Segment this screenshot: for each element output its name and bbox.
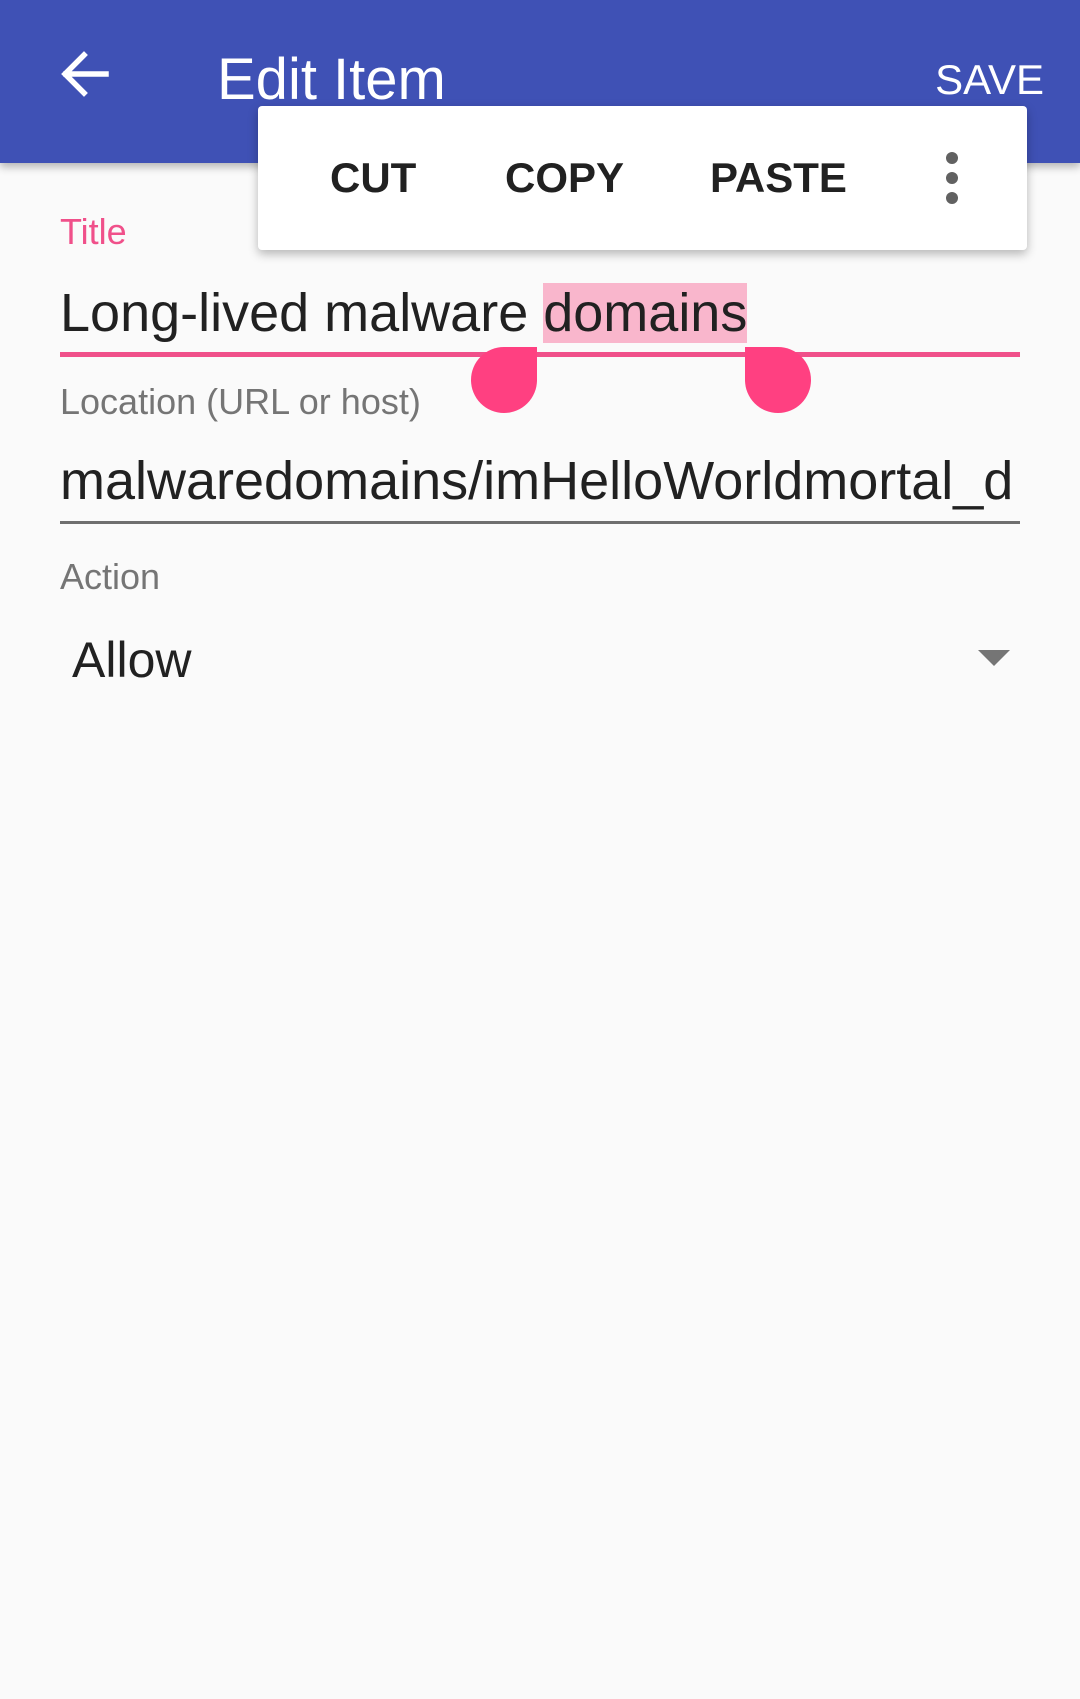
title-label: Title bbox=[60, 211, 127, 252]
paste-button[interactable]: PASTE bbox=[710, 106, 847, 250]
selected-text: domains bbox=[543, 283, 748, 343]
save-button[interactable]: SAVE bbox=[935, 54, 1044, 106]
title-underline bbox=[60, 352, 1020, 357]
back-button[interactable] bbox=[44, 34, 124, 114]
location-input[interactable]: malwaredomains/imHelloWorldmortal_d bbox=[60, 446, 1026, 516]
selection-start-handle[interactable] bbox=[471, 347, 537, 413]
arrow-back-icon bbox=[61, 51, 109, 97]
location-text: malwaredomains/imHelloWorldmortal_d bbox=[60, 451, 1014, 511]
action-dropdown[interactable]: Allow bbox=[60, 620, 1020, 700]
action-selected-value: Allow bbox=[72, 632, 192, 688]
action-label: Action bbox=[60, 556, 161, 597]
more-options-button[interactable] bbox=[920, 146, 984, 210]
more-vert-icon bbox=[946, 152, 958, 204]
cut-button[interactable]: CUT bbox=[330, 106, 416, 250]
text-selection-menu: CUT COPY PASTE bbox=[258, 106, 1027, 250]
title-input[interactable]: Long-lived malware domains bbox=[60, 278, 748, 348]
location-underline bbox=[60, 521, 1020, 524]
location-label: Location (URL or host) bbox=[60, 381, 421, 422]
selection-end-handle[interactable] bbox=[745, 347, 811, 413]
title-text: Long-lived malware bbox=[60, 283, 544, 343]
dropdown-arrow-icon bbox=[978, 650, 1010, 666]
copy-button[interactable]: COPY bbox=[505, 106, 624, 250]
